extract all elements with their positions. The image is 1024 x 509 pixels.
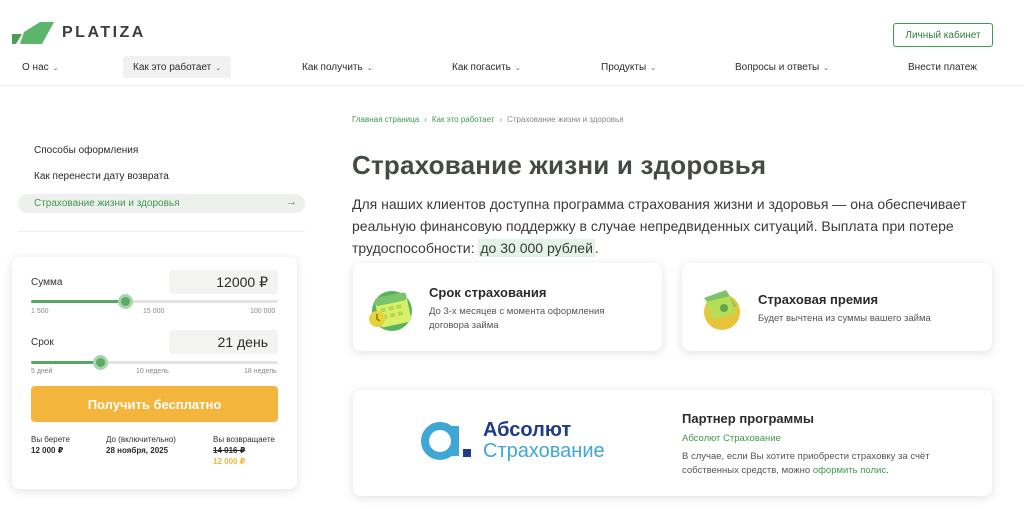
- page-lead: Для наших клиентов доступна программа ст…: [352, 193, 982, 259]
- nav-faq[interactable]: Вопросы и ответы ⌄: [725, 56, 839, 78]
- chevron-down-icon: ⌄: [366, 65, 373, 72]
- nav-label: Продукты: [601, 61, 647, 73]
- summary-until: До (включительно) 28 ноября, 2025: [106, 434, 176, 456]
- amount-slider-fill: [31, 300, 125, 303]
- breadcrumb-home[interactable]: Главная страница: [352, 115, 419, 124]
- amount-label: Сумма: [31, 277, 63, 288]
- summary-take: Вы берете 12 000 ₽: [31, 434, 70, 456]
- nav-label: Как это работает: [133, 61, 212, 73]
- amount-tick-min: 1 500: [31, 308, 49, 315]
- sidebar-item-insurance[interactable]: Страхование жизни и здоровья →: [18, 194, 305, 213]
- chevron-down-icon: ⌄: [823, 65, 830, 72]
- wallet-icon: [696, 284, 744, 337]
- partner-logo-line2: Страхование: [483, 440, 605, 462]
- insurance-premium-card: Страховая премия Будет вычтена из суммы …: [682, 263, 992, 351]
- partner-text-end: .: [886, 465, 889, 476]
- logo[interactable]: PLATIZA: [12, 22, 146, 44]
- term-slider[interactable]: [31, 355, 278, 370]
- header-divider: [0, 85, 1024, 86]
- sidebar-divider: [18, 231, 305, 232]
- card-title: Страховая премия: [758, 292, 879, 307]
- term-slider-handle[interactable]: [93, 355, 109, 370]
- nav-label: Вопросы и ответы: [735, 61, 820, 73]
- sidebar-item-label: Способы оформления: [34, 145, 139, 156]
- partner-name-link[interactable]: Абсолют Страхование: [682, 432, 781, 446]
- card-text: До 3-х месяцев с момента оформления дого…: [429, 306, 605, 331]
- term-input[interactable]: 21 день: [169, 330, 278, 354]
- lead-highlight: до 30 000 рублей: [478, 239, 595, 257]
- breadcrumb-separator: ›: [424, 115, 427, 124]
- get-policy-link[interactable]: оформить полис: [813, 465, 886, 476]
- amount-input[interactable]: 12000 ₽: [169, 270, 278, 294]
- breadcrumb-separator: ›: [499, 115, 503, 124]
- term-slider-fill: [31, 361, 101, 364]
- partner-logo-line1: Абсолют: [483, 419, 572, 441]
- card-text: Будет вычтена из суммы вашего займа: [758, 313, 931, 324]
- card-title: Срок страхования: [429, 285, 547, 300]
- chevron-down-icon: ⌄: [215, 65, 222, 72]
- return-old-value: 14 016 ₽: [213, 446, 246, 455]
- partner-logo: Абсолют Страхование: [421, 420, 605, 462]
- amount-tick-mid: 15 000: [143, 308, 165, 315]
- sidebar-item-label: Как перенести дату возврата: [34, 171, 169, 182]
- nav-label: Как получить: [302, 61, 363, 73]
- partner-card: Абсолют Страхование Партнер программы Аб…: [353, 390, 992, 496]
- amount-tick-max: 100 000: [250, 308, 276, 315]
- partner-text-body: В случае, если Вы хотите приобрести стра…: [682, 451, 930, 476]
- until-label: До (включительно): [106, 435, 176, 444]
- personal-account-button[interactable]: Личный кабинет: [893, 23, 993, 47]
- nav-how-to-repay[interactable]: Как погасить ⌄: [442, 56, 531, 78]
- page-title: Страхование жизни и здоровья: [352, 150, 767, 180]
- take-value: 12 000 ₽: [31, 446, 64, 455]
- sidebar-item-label: Страхование жизни и здоровья: [34, 198, 180, 209]
- term-tick-mid: 10 недель: [136, 368, 169, 375]
- until-value: 28 ноября, 2025: [106, 446, 169, 455]
- term-label: Срок: [31, 337, 54, 348]
- nav-products[interactable]: Продукты ⌄: [591, 56, 666, 78]
- summary-return: Вы возвращаете 14 016 ₽ 12 000 ₽: [213, 434, 275, 467]
- breadcrumb-current: Страхование жизни и здоровья: [507, 115, 624, 124]
- loan-calculator: Сумма 12000 ₽ 1 500 15 000 100 000 Срок …: [12, 257, 297, 489]
- arrow-right-icon: →: [286, 196, 297, 208]
- sidebar-item-reschedule[interactable]: Как перенести дату возврата: [18, 167, 305, 186]
- nav-make-payment[interactable]: Внести платеж: [898, 56, 987, 78]
- term-tick-min: 5 дней: [31, 368, 53, 375]
- nav-how-it-works[interactable]: Как это работает ⌄: [123, 56, 232, 78]
- logo-mark-icon: [12, 22, 54, 44]
- calendar-icon: [365, 285, 415, 338]
- amount-slider-handle[interactable]: [117, 294, 133, 309]
- chevron-down-icon: ⌄: [514, 65, 521, 72]
- absolut-logo-icon: [421, 422, 471, 460]
- lead-text: Для наших клиентов доступна программа ст…: [352, 196, 967, 256]
- term-tick-max: 18 недель: [244, 368, 277, 375]
- logo-text: PLATIZA: [62, 24, 146, 41]
- nav-label: Как погасить: [452, 61, 511, 73]
- chevron-down-icon: ⌄: [52, 65, 59, 72]
- return-new-value: 12 000 ₽: [213, 457, 246, 466]
- nav-about[interactable]: О нас ⌄: [12, 56, 69, 78]
- partner-text: В случае, если Вы хотите приобрести стра…: [682, 450, 962, 478]
- main-nav: О нас ⌄ Как это работает ⌄ Как получить ⌄ К…: [0, 56, 1024, 78]
- insurance-term-card: Срок страхования До 3-х месяцев с момент…: [353, 263, 662, 351]
- partner-title: Партнер программы: [682, 411, 814, 426]
- amount-slider[interactable]: [31, 294, 278, 309]
- take-label: Вы берете: [31, 435, 70, 444]
- return-label: Вы возвращаете: [213, 435, 275, 444]
- nav-label: О нас: [22, 61, 49, 73]
- lead-end: .: [594, 240, 599, 256]
- breadcrumb: Главная страница › Как это работает › Ст…: [352, 115, 624, 124]
- nav-how-to-get[interactable]: Как получить ⌄: [292, 56, 383, 78]
- nav-label: Внести платеж: [908, 61, 977, 73]
- sidebar-item-methods[interactable]: Способы оформления: [18, 141, 305, 160]
- chevron-down-icon: ⌄: [650, 65, 657, 72]
- partner-logo-text: Абсолют Страхование: [483, 420, 605, 462]
- breadcrumb-section[interactable]: Как это работает: [432, 115, 495, 124]
- get-free-button[interactable]: Получить бесплатно: [31, 386, 278, 422]
